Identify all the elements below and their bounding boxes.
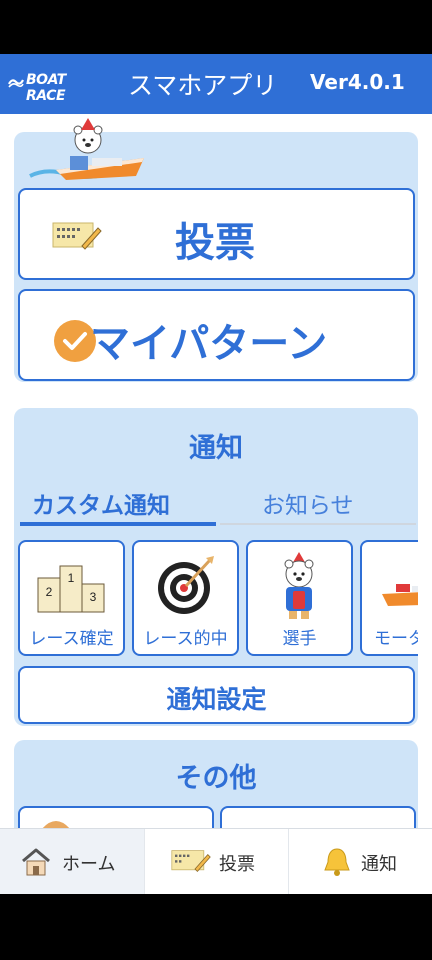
tab-divider [220, 523, 416, 525]
bottom-nav: ホーム 投票 通知 [0, 828, 432, 895]
tab-custom-notice[interactable]: カスタム通知 [32, 486, 170, 524]
tile-motor[interactable]: モーター [360, 540, 418, 656]
podium-second: 2 [46, 585, 53, 599]
podium-icon: 2 1 3 [37, 565, 105, 613]
tab-news[interactable]: お知らせ [262, 486, 354, 524]
tile-label: レース的中 [143, 629, 228, 649]
vote-button[interactable]: 投票 [18, 188, 415, 280]
app-version: Ver4.0.1 [310, 70, 405, 94]
vote-button-label: 投票 [175, 220, 255, 266]
bell-icon [324, 848, 350, 876]
other-card-left[interactable] [18, 806, 214, 828]
notice-settings-label: 通知設定 [166, 685, 267, 714]
target-icon [158, 556, 214, 614]
tile-race-result[interactable]: 2 1 3 レース確定 [18, 540, 125, 656]
podium-third: 3 [90, 590, 97, 604]
system-navigation-bar [0, 894, 432, 960]
app-title: スマホアプリ [128, 71, 278, 100]
tile-label: モーター [374, 629, 418, 649]
main-actions-panel: 投票 マイパターン [14, 118, 418, 382]
notice-tab-bar: カスタム通知 お知らせ [18, 486, 416, 526]
notice-panel: 通知 カスタム通知 お知らせ 2 1 3 レース確定 レース的中 選手 モー 通… [14, 408, 418, 726]
boat-icon [382, 584, 418, 606]
mascot-boat-icon [29, 118, 144, 180]
my-pattern-label: マイパターン [90, 321, 328, 367]
notice-title: 通知 [189, 433, 243, 464]
tile-race-hit[interactable]: レース的中 [132, 540, 239, 656]
nav-home-label: ホーム [62, 854, 116, 875]
my-pattern-button[interactable]: マイパターン [18, 289, 415, 381]
tile-label: 選手 [282, 629, 317, 649]
notice-settings-button[interactable]: 通知設定 [18, 666, 415, 724]
home-icon [22, 848, 50, 876]
other-card-right[interactable] [220, 806, 416, 828]
racer-bear-icon [284, 552, 314, 619]
other-panel: その他 [14, 740, 418, 828]
nav-vote-label: 投票 [219, 854, 255, 875]
home-content[interactable]: 投票 マイパターン 通知 カスタム通知 お知らせ 2 1 3 レース確定 レース… [0, 114, 432, 828]
other-title: その他 [175, 763, 257, 794]
partial-icon [42, 821, 70, 828]
nav-notice[interactable]: 通知 [288, 829, 432, 895]
app-header: BOAT RACE スマホアプリ Ver4.0.1 [0, 54, 432, 114]
nav-vote[interactable]: 投票 [144, 829, 288, 895]
active-tab-indicator [20, 522, 216, 526]
ticket-icon [52, 220, 102, 256]
notice-tiles-carousel[interactable]: 2 1 3 レース確定 レース的中 選手 モー [18, 540, 418, 658]
nav-home[interactable]: ホーム [0, 829, 144, 895]
ticket-icon [171, 850, 211, 872]
tile-label: レース確定 [29, 629, 114, 649]
podium-first: 1 [68, 571, 75, 585]
brand-text: BOAT RACE [26, 72, 66, 104]
nav-notice-label: 通知 [361, 854, 397, 875]
tile-racer[interactable]: 選手 [246, 540, 353, 656]
boat-race-logo: BOAT RACE [8, 71, 108, 104]
status-bar [0, 0, 432, 54]
